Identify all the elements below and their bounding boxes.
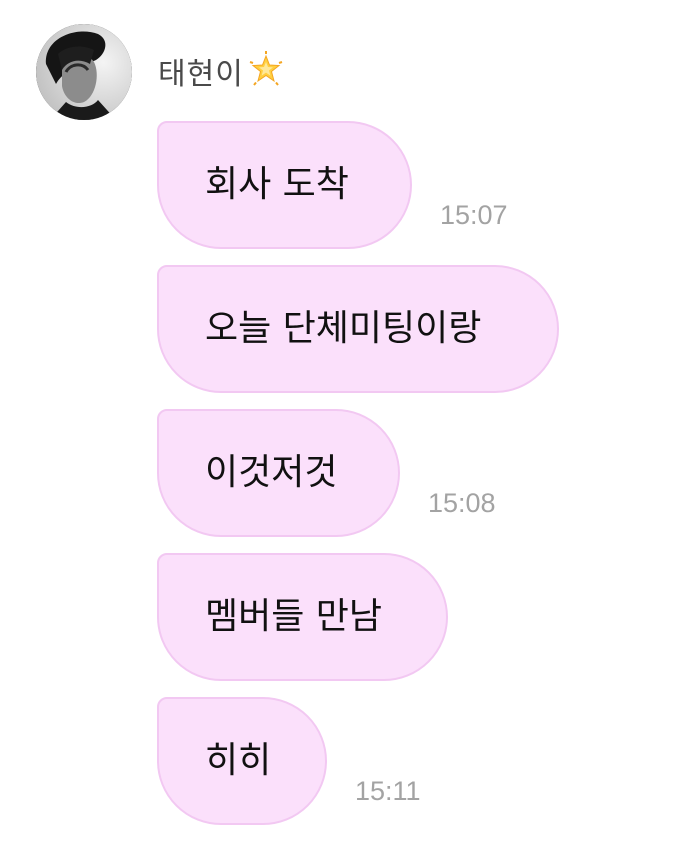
message-bubble[interactable]: 이것저것 — [157, 409, 400, 537]
message-text: 멤버들 만남 — [205, 596, 383, 637]
message-bubble[interactable]: 히히 — [157, 697, 327, 825]
message-bubble[interactable]: 회사 도착 — [157, 121, 412, 249]
message-timestamp: 15:07 — [440, 200, 508, 230]
message-bubble[interactable]: 멤버들 만남 — [157, 553, 448, 681]
message-timestamp: 15:11 — [355, 776, 421, 806]
message-timestamp: 15:08 — [428, 488, 496, 518]
message-text: 오늘 단체미팅이랑 — [205, 308, 482, 349]
profile-photo — [36, 24, 132, 120]
message-text: 회사 도착 — [205, 164, 349, 205]
sender-name-label: 태현이 — [158, 57, 244, 92]
message-text: 히히 — [205, 740, 272, 781]
avatar[interactable] — [36, 24, 132, 120]
message-bubble[interactable]: 오늘 단체미팅이랑 — [157, 265, 559, 393]
sender-name: 태현이 — [158, 50, 286, 101]
message-text: 이것저것 — [205, 452, 338, 493]
glowing-star-icon — [246, 50, 286, 101]
